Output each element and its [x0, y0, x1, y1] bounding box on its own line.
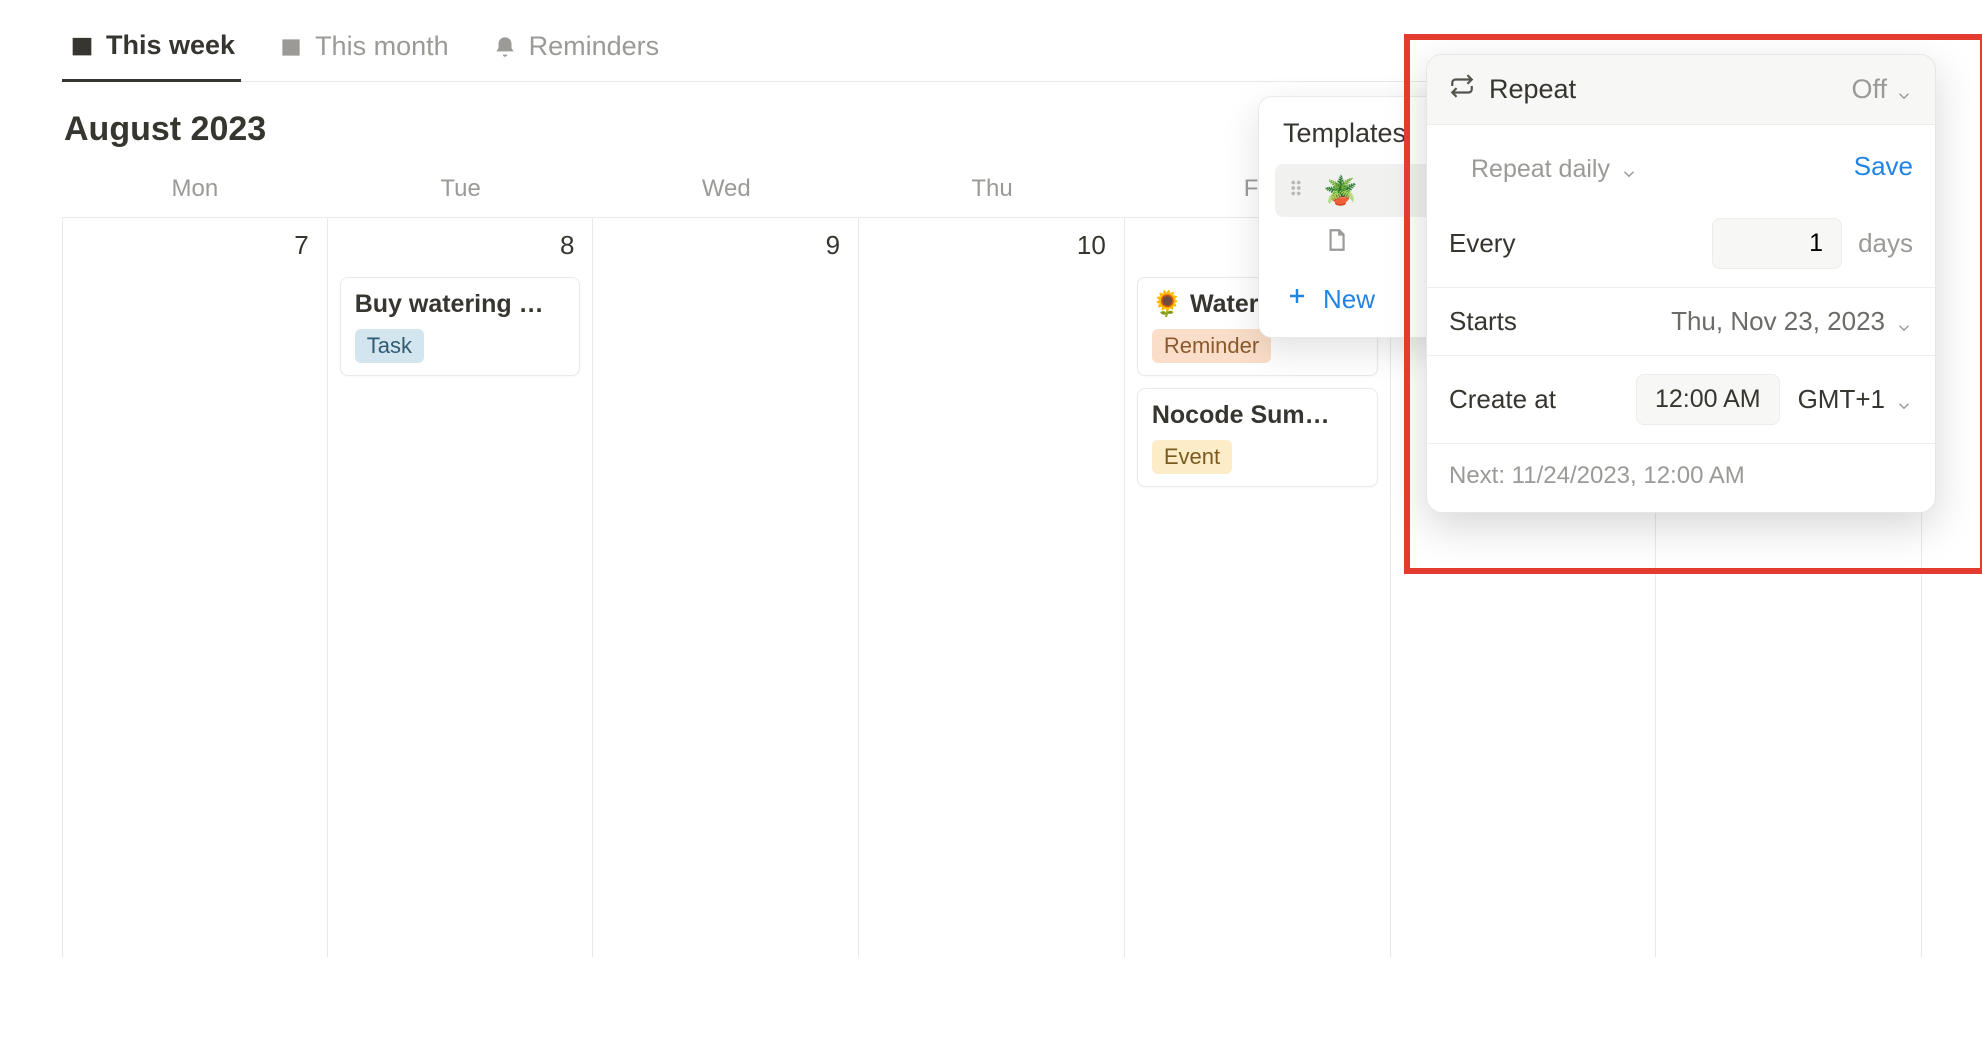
- event-title: Nocode Sum…: [1152, 401, 1363, 430]
- day-cell[interactable]: 7: [62, 218, 328, 957]
- day-cell[interactable]: 8 Buy watering … Task: [328, 218, 594, 957]
- event-card[interactable]: Buy watering … Task: [340, 277, 581, 376]
- repeat-starts-row[interactable]: Starts Thu, Nov 23, 2023: [1427, 288, 1935, 356]
- event-tag-reminder: Reminder: [1152, 329, 1271, 363]
- repeat-every-row: Every days: [1427, 200, 1935, 288]
- repeat-mode-dropdown[interactable]: Repeat daily: [1449, 139, 1660, 194]
- tab-reminders[interactable]: Reminders: [485, 20, 666, 81]
- repeat-popover: Repeat Off Repeat daily Save Every days …: [1426, 54, 1936, 513]
- event-tag-task: Task: [355, 329, 424, 363]
- tab-label: Reminders: [529, 31, 660, 62]
- timezone-value: GMT+1: [1798, 384, 1885, 415]
- day-cell[interactable]: 9: [593, 218, 859, 957]
- calendar-month-icon: [277, 33, 305, 61]
- day-number: 9: [601, 226, 850, 271]
- tab-label: This month: [315, 31, 449, 62]
- every-value-input[interactable]: [1712, 218, 1842, 269]
- weekday-label: Mon: [62, 167, 328, 217]
- save-button[interactable]: Save: [1854, 151, 1913, 182]
- tab-this-month[interactable]: This month: [271, 20, 455, 81]
- repeat-header-label: Repeat: [1489, 74, 1576, 105]
- day-cell[interactable]: 10: [859, 218, 1125, 957]
- starts-value: Thu, Nov 23, 2023: [1671, 306, 1885, 337]
- timezone-dropdown[interactable]: GMT+1: [1798, 384, 1913, 415]
- templates-title: Templates: [1283, 118, 1406, 149]
- day-number: 8: [336, 226, 585, 271]
- repeat-icon: [1449, 73, 1475, 106]
- day-number: 10: [867, 226, 1116, 271]
- every-label: Every: [1449, 228, 1515, 259]
- drag-handle-icon[interactable]: [1285, 175, 1307, 206]
- next-occurrence-label: Next: 11/24/2023, 12:00 AM: [1427, 444, 1935, 512]
- event-tag-event: Event: [1152, 440, 1232, 474]
- starts-label: Starts: [1449, 306, 1517, 337]
- create-at-time[interactable]: 12:00 AM: [1636, 374, 1780, 425]
- repeat-header[interactable]: Repeat Off: [1427, 55, 1935, 125]
- chevron-down-icon: [1895, 313, 1913, 331]
- event-card[interactable]: Nocode Sum… Event: [1137, 388, 1378, 487]
- chevron-down-icon: [1620, 161, 1638, 179]
- template-emoji: 🪴: [1323, 174, 1358, 207]
- create-at-label: Create at: [1449, 384, 1556, 415]
- chevron-down-icon: [1895, 81, 1913, 99]
- new-template-label: New: [1323, 284, 1375, 315]
- event-emoji: 🌻: [1152, 290, 1183, 318]
- page-icon: [1323, 227, 1349, 260]
- tab-this-week[interactable]: This week: [62, 20, 241, 82]
- weekday-label: Wed: [593, 167, 859, 217]
- every-unit: days: [1858, 228, 1913, 259]
- day-number: 7: [71, 226, 319, 271]
- bell-icon: [491, 33, 519, 61]
- tab-label: This week: [106, 30, 235, 61]
- repeat-mode-label: Repeat daily: [1471, 155, 1610, 184]
- event-title: Buy watering …: [355, 290, 566, 319]
- repeat-header-value: Off: [1851, 74, 1887, 105]
- weekday-label: Tue: [328, 167, 594, 217]
- calendar-week-icon: [68, 32, 96, 60]
- repeat-create-at-row: Create at 12:00 AM GMT+1: [1427, 356, 1935, 443]
- chevron-down-icon: [1895, 391, 1913, 409]
- plus-icon: [1285, 284, 1309, 315]
- weekday-label: Thu: [859, 167, 1125, 217]
